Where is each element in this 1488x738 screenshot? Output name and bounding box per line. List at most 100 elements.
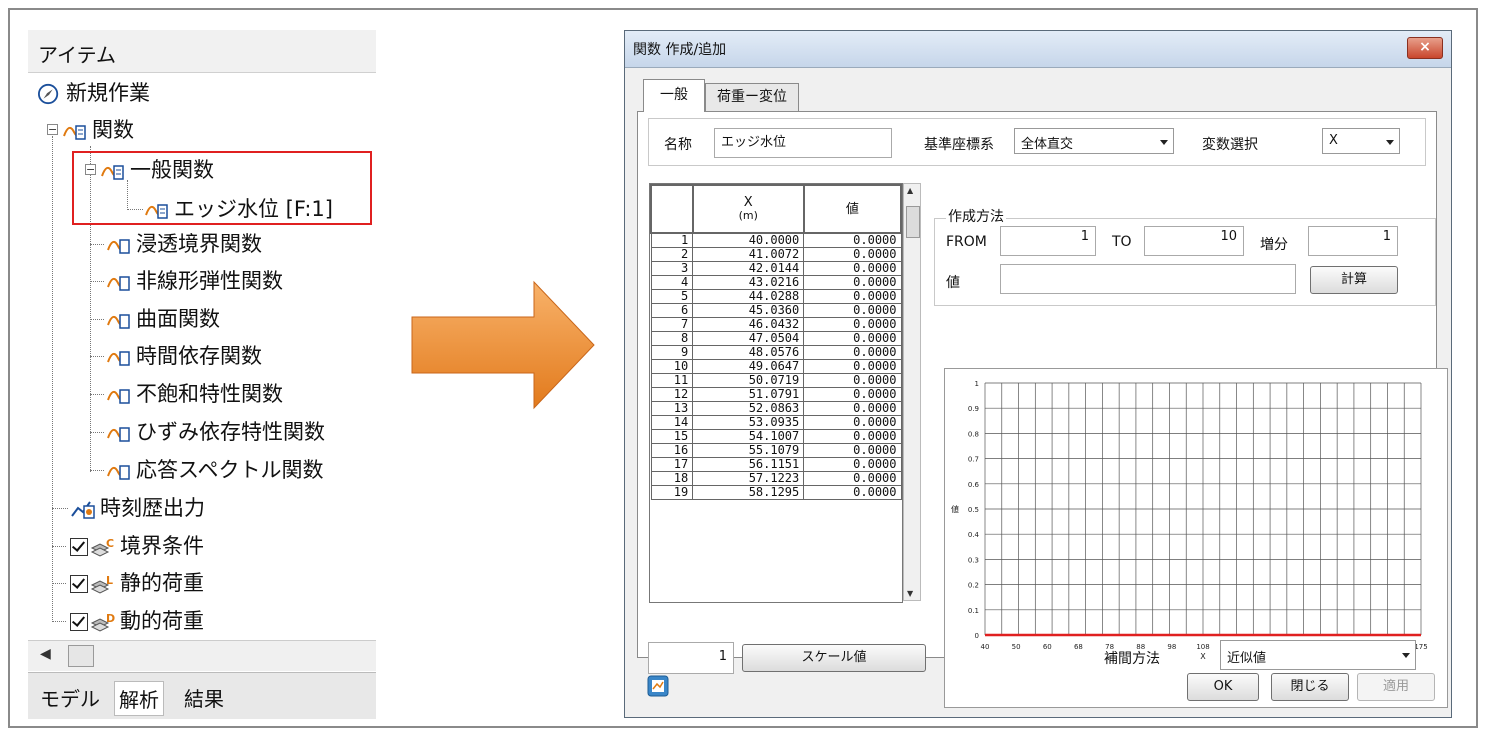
tree-item-time-history-output[interactable]: 時刻歴出力: [70, 491, 205, 525]
scroll-down-icon[interactable]: ▼: [907, 589, 913, 598]
value-cell[interactable]: 0.0000: [803, 471, 902, 486]
value-cell[interactable]: 0.0000: [803, 429, 902, 444]
function-data-grid[interactable]: X (m) 値 1 40.0000 0.0000 2 41.0072 0.0000 3 42.0…: [649, 183, 903, 603]
calculate-button[interactable]: 計算: [1310, 266, 1398, 294]
x-value-cell[interactable]: 47.0504: [692, 331, 805, 346]
x-value-cell[interactable]: 42.0144: [692, 261, 805, 276]
increment-input[interactable]: 1: [1308, 226, 1398, 256]
value-cell[interactable]: 0.0000: [803, 415, 902, 430]
tree-item-unsaturated-function[interactable]: 不飽和特性関数: [106, 377, 283, 411]
tree-item-response-spectrum-function[interactable]: 応答スペクトル関数: [106, 453, 324, 487]
table-row[interactable]: 9 48.0576 0.0000: [650, 345, 902, 360]
x-value-cell[interactable]: 51.0791: [692, 387, 805, 402]
tab-general[interactable]: 一般: [643, 79, 705, 112]
tree-item-surface-function[interactable]: 曲面関数: [106, 302, 220, 336]
value-input[interactable]: [1000, 264, 1296, 294]
x-value-cell[interactable]: 41.0072: [692, 247, 805, 262]
coordinate-system-select[interactable]: 全体直交: [1014, 128, 1174, 154]
tree-item-seepage-boundary-function[interactable]: 浸透境界関数: [106, 227, 262, 261]
value-cell[interactable]: 0.0000: [803, 289, 902, 304]
scale-value-button[interactable]: スケール値: [742, 644, 926, 672]
close-button[interactable]: 閉じる: [1271, 673, 1349, 701]
tree-item-nonlinear-elastic-function[interactable]: 非線形弾性関数: [106, 264, 283, 298]
x-value-cell[interactable]: 40.0000: [692, 232, 805, 248]
x-value-cell[interactable]: 52.0863: [692, 401, 805, 416]
table-row[interactable]: 2 41.0072 0.0000: [650, 247, 902, 262]
dialog-titlebar[interactable]: 関数 作成/追加 ×: [625, 31, 1451, 68]
value-cell[interactable]: 0.0000: [803, 303, 902, 318]
tree-horizontal-scrollbar[interactable]: ◀: [28, 640, 376, 671]
grid-vertical-scrollbar[interactable]: ▲ ▼: [903, 183, 921, 601]
tree-item-new-work[interactable]: 新規作業: [36, 76, 150, 110]
value-cell[interactable]: 0.0000: [803, 331, 902, 346]
table-row[interactable]: 1 40.0000 0.0000: [650, 232, 902, 248]
scrollbar-thumb[interactable]: [68, 645, 94, 667]
scrollbar-thumb[interactable]: [906, 206, 920, 238]
table-row[interactable]: 6 45.0360 0.0000: [650, 303, 902, 318]
x-value-cell[interactable]: 45.0360: [692, 303, 805, 318]
variable-select[interactable]: X: [1322, 128, 1400, 154]
checkbox-checked[interactable]: [70, 538, 88, 556]
value-cell[interactable]: 0.0000: [803, 457, 902, 472]
checkbox-checked[interactable]: [70, 575, 88, 593]
table-row[interactable]: 16 55.1079 0.0000: [650, 443, 902, 458]
value-cell[interactable]: 0.0000: [803, 247, 902, 262]
value-cell[interactable]: 0.0000: [803, 373, 902, 388]
x-value-cell[interactable]: 46.0432: [692, 317, 805, 332]
tree-item-dynamic-load[interactable]: D 動的荷重: [70, 604, 204, 638]
x-value-cell[interactable]: 55.1079: [692, 443, 805, 458]
scroll-left-icon[interactable]: ◀: [40, 646, 51, 662]
column-header-value[interactable]: 値: [802, 184, 902, 234]
table-row[interactable]: 17 56.1151 0.0000: [650, 457, 902, 472]
x-value-cell[interactable]: 54.1007: [692, 429, 805, 444]
ok-button[interactable]: OK: [1187, 673, 1259, 701]
value-cell[interactable]: 0.0000: [803, 387, 902, 402]
table-row[interactable]: 12 51.0791 0.0000: [650, 387, 902, 402]
tab-model[interactable]: モデル: [36, 681, 104, 714]
value-cell[interactable]: 0.0000: [803, 401, 902, 416]
column-header-x[interactable]: X (m): [691, 184, 805, 234]
value-cell[interactable]: 0.0000: [803, 261, 902, 276]
x-value-cell[interactable]: 58.1295: [692, 485, 805, 500]
interpolation-select[interactable]: 近似値: [1220, 640, 1416, 670]
checkbox-checked[interactable]: [70, 613, 88, 631]
table-row[interactable]: 7 46.0432 0.0000: [650, 317, 902, 332]
x-value-cell[interactable]: 50.0719: [692, 373, 805, 388]
table-row[interactable]: 13 52.0863 0.0000: [650, 401, 902, 416]
tree-item-time-dependent-function[interactable]: 時間依存関数: [106, 339, 262, 373]
graph-settings-icon[interactable]: [647, 675, 669, 697]
tab-results[interactable]: 結果: [180, 681, 228, 714]
table-row[interactable]: 11 50.0719 0.0000: [650, 373, 902, 388]
to-input[interactable]: 10: [1144, 226, 1244, 256]
table-row[interactable]: 18 57.1223 0.0000: [650, 471, 902, 486]
x-value-cell[interactable]: 44.0288: [692, 289, 805, 304]
table-row[interactable]: 3 42.0144 0.0000: [650, 261, 902, 276]
collapse-icon[interactable]: −: [47, 124, 58, 135]
table-row[interactable]: 15 54.1007 0.0000: [650, 429, 902, 444]
x-value-cell[interactable]: 49.0647: [692, 359, 805, 374]
table-row[interactable]: 5 44.0288 0.0000: [650, 289, 902, 304]
value-cell[interactable]: 0.0000: [803, 232, 902, 248]
value-cell[interactable]: 0.0000: [803, 443, 902, 458]
table-row[interactable]: 19 58.1295 0.0000: [650, 485, 902, 500]
value-cell[interactable]: 0.0000: [803, 275, 902, 290]
x-value-cell[interactable]: 57.1223: [692, 471, 805, 486]
table-row[interactable]: 4 43.0216 0.0000: [650, 275, 902, 290]
value-cell[interactable]: 0.0000: [803, 485, 902, 500]
close-icon[interactable]: ×: [1407, 37, 1443, 59]
table-row[interactable]: 10 49.0647 0.0000: [650, 359, 902, 374]
x-value-cell[interactable]: 53.0935: [692, 415, 805, 430]
value-cell[interactable]: 0.0000: [803, 359, 902, 374]
apply-button[interactable]: 適用: [1357, 673, 1435, 701]
name-input[interactable]: エッジ水位: [714, 128, 892, 158]
table-row[interactable]: 14 53.0935 0.0000: [650, 415, 902, 430]
tab-load-displacement[interactable]: 荷重ー変位: [705, 83, 799, 112]
scale-input[interactable]: 1: [648, 642, 734, 674]
tree-item-functions[interactable]: 関数: [62, 113, 134, 147]
from-input[interactable]: 1: [1000, 226, 1096, 256]
tree-item-boundary-conditions[interactable]: C 境界条件: [70, 529, 204, 563]
tree-item-static-load[interactable]: L 静的荷重: [70, 566, 204, 600]
x-value-cell[interactable]: 56.1151: [692, 457, 805, 472]
tree-item-strain-dependent-function[interactable]: ひずみ依存特性関数: [106, 415, 325, 449]
value-cell[interactable]: 0.0000: [803, 345, 902, 360]
